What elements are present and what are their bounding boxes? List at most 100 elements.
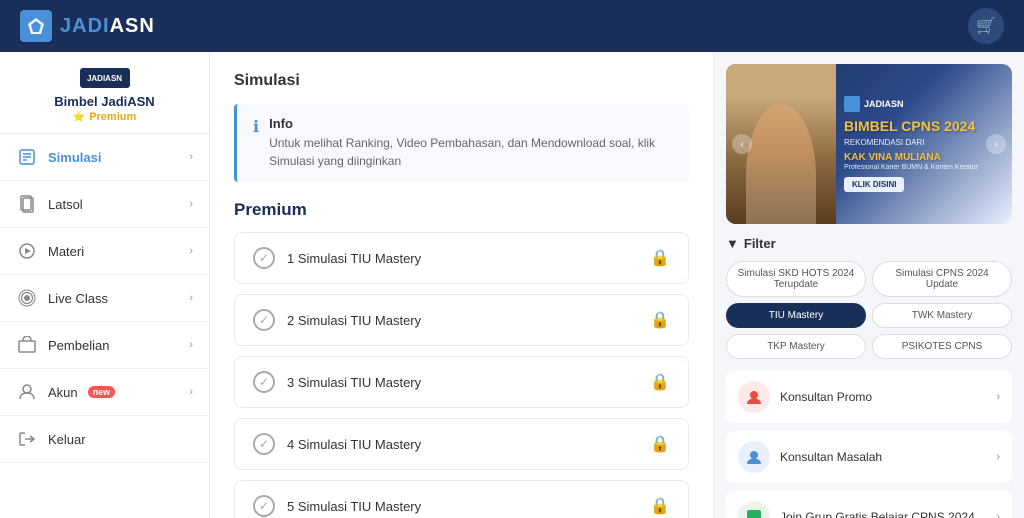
materi-arrow: › xyxy=(189,245,193,257)
main-container: JADIASN Bimbel JadiASN Premium Simulasi … xyxy=(0,52,1024,518)
simulasi-label-1: 1 Simulasi TIU Mastery xyxy=(287,251,421,266)
simulasi-item-2[interactable]: ✓ 2 Simulasi TIU Mastery 🔒 xyxy=(234,294,689,346)
cart-button[interactable]: 🛒 xyxy=(968,8,1004,44)
logo-icon xyxy=(20,10,52,42)
info-box: ℹ Info Untuk melihat Ranking, Video Pemb… xyxy=(234,104,689,182)
lock-icon-5: 🔒 xyxy=(650,496,670,516)
page-title: Simulasi xyxy=(234,72,689,90)
filter-grid: Simulasi SKD HOTS 2024 Terupdate Simulas… xyxy=(726,261,1012,359)
info-text: Untuk melihat Ranking, Video Pembahasan,… xyxy=(269,134,673,170)
filter-section: ▼ Filter Simulasi SKD HOTS 2024 Terupdat… xyxy=(726,236,1012,359)
sidebar-item-pembelian[interactable]: Pembelian › xyxy=(0,322,209,369)
filter-tiu-mastery[interactable]: TIU Mastery xyxy=(726,303,866,328)
konsultan-promo-item[interactable]: Konsultan Promo › xyxy=(726,371,1012,423)
latsol-label: Latsol xyxy=(48,197,83,212)
sidebar-item-keluar[interactable]: Keluar xyxy=(0,416,209,463)
logo-area: JADIASN xyxy=(20,10,155,42)
sidebar: JADIASN Bimbel JadiASN Premium Simulasi … xyxy=(0,52,210,518)
simulasi-label-5: 5 Simulasi TIU Mastery xyxy=(287,499,421,514)
simulasi-label-2: 2 Simulasi TIU Mastery xyxy=(287,313,421,328)
right-panel: JADIASN BIMBEL CPNS 2024 REKOMENDASI DAR… xyxy=(714,52,1024,518)
konsultan-masalah-icon xyxy=(738,441,770,473)
join-grup-label: Join Grup Gratis Belajar CPNS 2024 xyxy=(780,510,975,518)
sidebar-item-akun[interactable]: Akun new › xyxy=(0,369,209,416)
check-icon-5: ✓ xyxy=(253,495,275,517)
materi-label: Materi xyxy=(48,244,84,259)
profile-name: Bimbel JadiASN xyxy=(54,94,154,109)
check-icon-3: ✓ xyxy=(253,371,275,393)
sidebar-item-simulasi[interactable]: Simulasi › xyxy=(0,134,209,181)
simulasi-item-3[interactable]: ✓ 3 Simulasi TIU Mastery 🔒 xyxy=(234,356,689,408)
banner-desc-text: Profesional Karier BUMN & Konten Kreator xyxy=(844,164,1004,171)
banner-logo-text: JADIASN xyxy=(864,99,904,109)
simulasi-item-1[interactable]: ✓ 1 Simulasi TIU Mastery 🔒 xyxy=(234,232,689,284)
simulasi-label-4: 4 Simulasi TIU Mastery xyxy=(287,437,421,452)
lock-icon-3: 🔒 xyxy=(650,372,670,392)
konsultan-masalah-item[interactable]: Konsultan Masalah › xyxy=(726,431,1012,483)
keluar-icon xyxy=(16,428,38,450)
sidebar-item-latsol[interactable]: Latsol › xyxy=(0,181,209,228)
simulasi-icon xyxy=(16,146,38,168)
simulasi-item-5[interactable]: ✓ 5 Simulasi TIU Mastery 🔒 xyxy=(234,480,689,518)
banner-logo-icon xyxy=(844,96,860,112)
banner-sub-text: REKOMENDASI DARI xyxy=(844,138,1004,147)
filter-twk-mastery[interactable]: TWK Mastery xyxy=(872,303,1012,328)
konsultan-promo-label: Konsultan Promo xyxy=(780,390,872,404)
banner-prev-button[interactable]: ‹ xyxy=(732,134,752,154)
info-title: Info xyxy=(269,116,673,131)
lock-icon-2: 🔒 xyxy=(650,310,670,330)
latsol-icon xyxy=(16,193,38,215)
profile-logo: JADIASN xyxy=(80,68,130,88)
banner-name-text: KAK VINA MULIANA xyxy=(844,151,1004,164)
simulasi-item-4[interactable]: ✓ 4 Simulasi TIU Mastery 🔒 xyxy=(234,418,689,470)
header: JADIASN 🛒 xyxy=(0,0,1024,52)
pembelian-icon xyxy=(16,334,38,356)
simulasi-label: Simulasi xyxy=(48,150,101,165)
check-icon-1: ✓ xyxy=(253,247,275,269)
banner-next-button[interactable]: › xyxy=(986,134,1006,154)
akun-icon xyxy=(16,381,38,403)
konsultan-promo-arrow: › xyxy=(996,391,1000,403)
konsultan-masalah-label: Konsultan Masalah xyxy=(780,450,882,464)
banner-card[interactable]: JADIASN BIMBEL CPNS 2024 REKOMENDASI DAR… xyxy=(726,64,1012,224)
logo-text: JADIASN xyxy=(60,15,155,38)
join-grup-arrow: › xyxy=(996,511,1000,518)
konsultan-masalah-arrow: › xyxy=(996,451,1000,463)
join-grup-icon xyxy=(738,501,770,518)
profile-logo-text: JADIASN xyxy=(87,74,122,83)
konsultan-promo-icon xyxy=(738,381,770,413)
check-icon-4: ✓ xyxy=(253,433,275,455)
premium-section-title: Premium xyxy=(234,200,689,220)
akun-badge: new xyxy=(88,386,116,398)
filter-title: ▼ Filter xyxy=(726,236,1012,251)
live-class-icon xyxy=(16,287,38,309)
banner-cta[interactable]: KLIK DISINI xyxy=(844,177,904,192)
simulasi-arrow: › xyxy=(189,151,193,163)
lock-icon-1: 🔒 xyxy=(650,248,670,268)
filter-tkp-mastery[interactable]: TKP Mastery xyxy=(726,334,866,359)
akun-arrow: › xyxy=(189,386,193,398)
live-class-label: Live Class xyxy=(48,291,108,306)
banner-logo: JADIASN xyxy=(844,96,1004,112)
person-shape xyxy=(746,104,816,224)
live-class-arrow: › xyxy=(189,292,193,304)
filter-cpns-update[interactable]: Simulasi CPNS 2024 Update xyxy=(872,261,1012,297)
premium-badge: Premium xyxy=(73,111,137,123)
pembelian-arrow: › xyxy=(189,339,193,351)
pembelian-label: Pembelian xyxy=(48,338,109,353)
filter-psikotes[interactable]: PSIKOTES CPNS xyxy=(872,334,1012,359)
sidebar-item-materi[interactable]: Materi › xyxy=(0,228,209,275)
check-icon-2: ✓ xyxy=(253,309,275,331)
banner-main-text: BIMBEL CPNS 2024 xyxy=(844,118,1004,135)
filter-skd-hots[interactable]: Simulasi SKD HOTS 2024 Terupdate xyxy=(726,261,866,297)
sidebar-item-live-class[interactable]: Live Class › xyxy=(0,275,209,322)
join-grup-item[interactable]: Join Grup Gratis Belajar CPNS 2024 › xyxy=(726,491,1012,518)
lock-icon-4: 🔒 xyxy=(650,434,670,454)
akun-label: Akun xyxy=(48,385,78,400)
filter-icon: ▼ xyxy=(726,236,739,251)
info-icon: ℹ xyxy=(253,117,259,137)
materi-icon xyxy=(16,240,38,262)
content-area: Simulasi ℹ Info Untuk melihat Ranking, V… xyxy=(210,52,714,518)
latsol-arrow: › xyxy=(189,198,193,210)
sidebar-profile: JADIASN Bimbel JadiASN Premium xyxy=(0,52,209,134)
